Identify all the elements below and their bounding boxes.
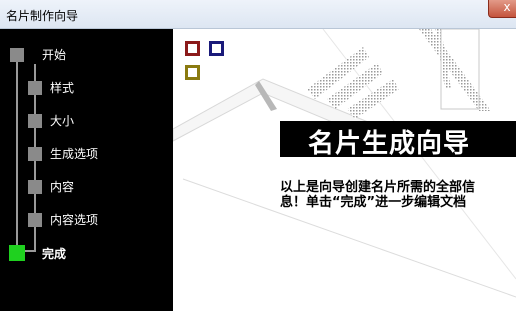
window-title: 名片制作向导 <box>6 9 79 23</box>
step-marker-content-options <box>28 213 42 227</box>
step-label-start: 开始 <box>42 48 67 62</box>
step-marker-generate-options <box>28 147 42 161</box>
step-label-generate-options: 生成选项 <box>50 147 99 161</box>
wizard-content-panel: 名片生成向导 以上是向导创建名片所需的全部信 息！单击“完成”进一步编辑文档 <box>173 29 516 311</box>
step-label-finish: 完成 <box>42 247 67 261</box>
step-label-content-options: 内容选项 <box>50 213 99 227</box>
heading-banner: 名片生成向导 <box>280 121 516 159</box>
step-marker-start <box>10 48 24 62</box>
step-connector-line <box>16 54 18 252</box>
step-marker-style <box>28 81 42 95</box>
description-line-1: 以上是向导创建名片所需的全部信 <box>280 180 476 195</box>
close-button[interactable]: x <box>488 0 516 18</box>
title-bar: 名片制作向导 x <box>0 0 516 29</box>
wizard-steps-panel: 开始 样式 大小 生成选项 内容 内容选项 完成 <box>0 29 173 311</box>
step-marker-content <box>28 180 42 194</box>
logo-square-olive <box>185 65 200 80</box>
step-marker-finish <box>9 245 25 261</box>
close-icon: x <box>503 0 511 14</box>
description-line-2: 息！单击“完成”进一步编辑文档 <box>280 195 467 210</box>
step-label-content: 内容 <box>50 180 75 194</box>
step-label-style: 样式 <box>50 81 75 95</box>
logo-square-navy <box>209 41 224 56</box>
page-title: 名片生成向导 <box>308 129 471 159</box>
step-marker-size <box>28 114 42 128</box>
decorative-background-graphic <box>173 29 516 298</box>
logo-square-red <box>185 41 200 56</box>
step-label-size: 大小 <box>50 114 75 128</box>
